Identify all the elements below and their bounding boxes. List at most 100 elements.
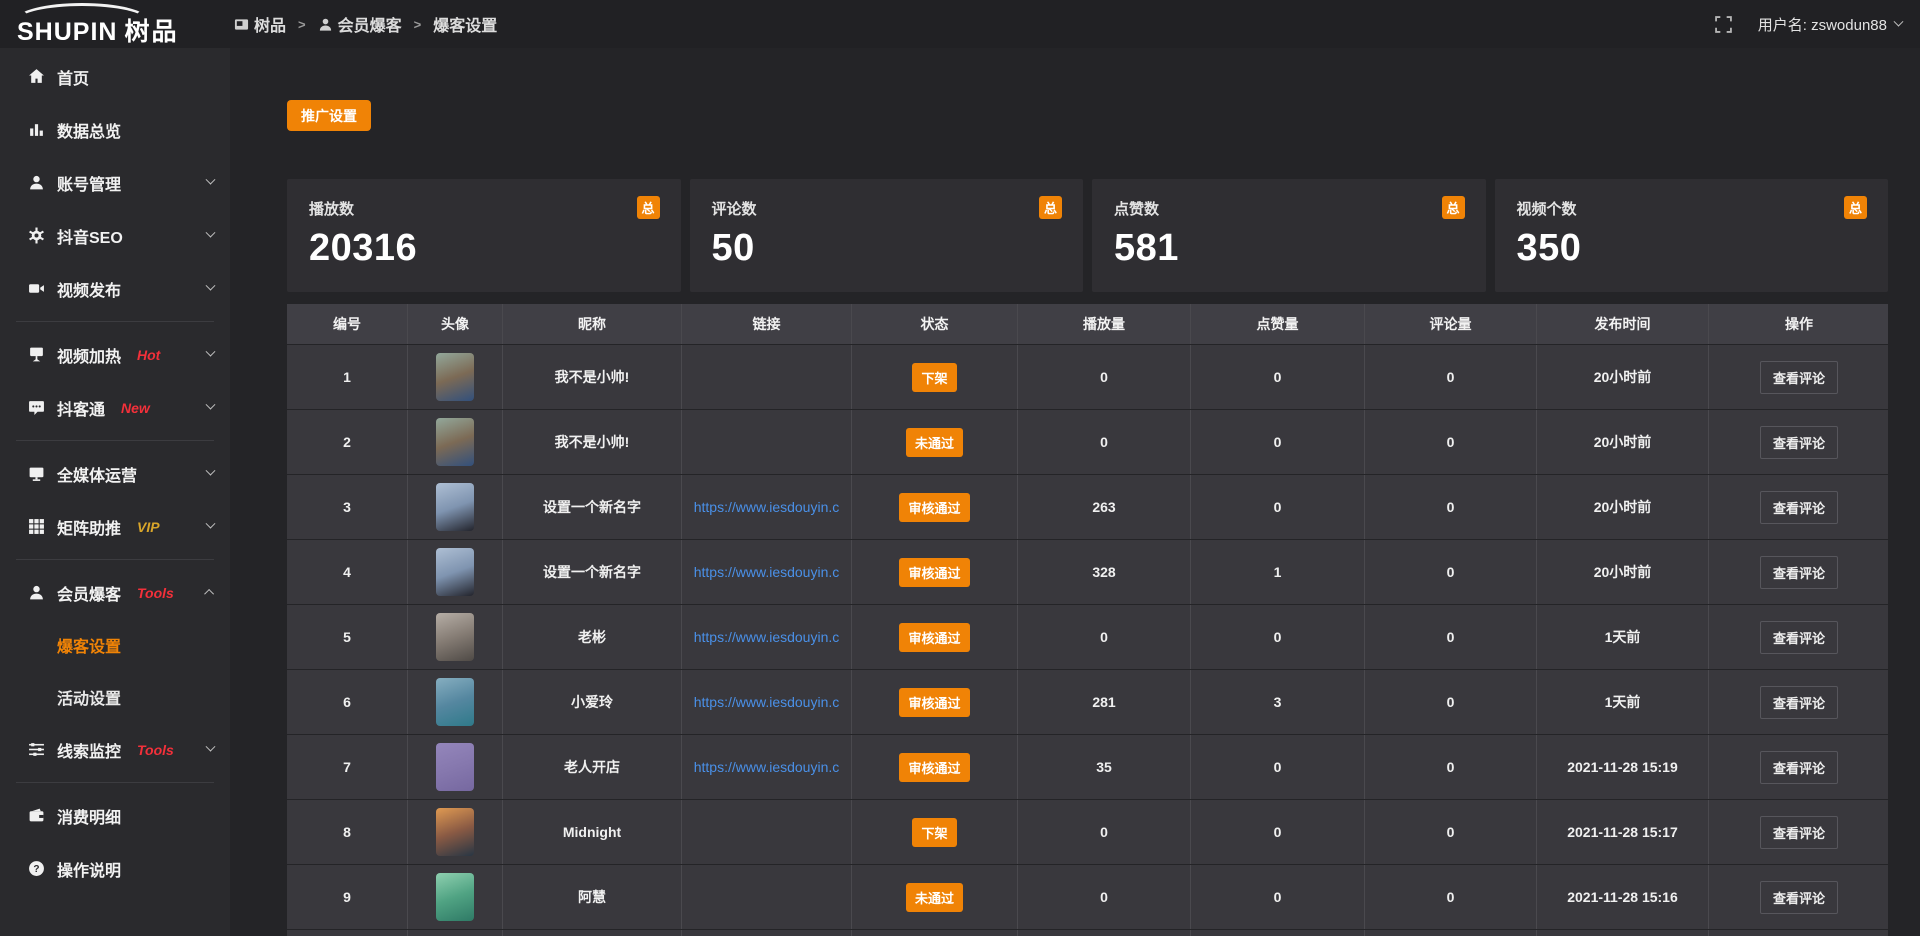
sidebar-subitem-activity-settings[interactable]: 活动设置 (0, 671, 230, 723)
cell-actions: 查看评论 (1709, 345, 1888, 409)
sidebar-item-data-overview[interactable]: 数据总览 (0, 103, 230, 156)
cell-plays: 0 (1018, 605, 1190, 669)
video-link[interactable]: https://www.iesdouyin.c (694, 759, 840, 775)
stat-card-label: 播放数 (309, 198, 659, 219)
view-comments-button[interactable]: 查看评论 (1760, 361, 1838, 394)
cell-nickname: 我不是小帅! (503, 345, 681, 409)
breadcrumb-item-3[interactable]: 爆客设置 (433, 12, 497, 36)
promo-settings-button[interactable]: 推广设置 (287, 100, 371, 131)
breadcrumb-item-2[interactable]: 会员爆客 (318, 12, 402, 36)
stat-card-label: 评论数 (712, 198, 1062, 219)
cell-avatar (408, 800, 502, 864)
cell-publish-time: 20小时前 (1537, 410, 1708, 474)
sidebar-item-media-operation[interactable]: 全媒体运营 (0, 447, 230, 500)
cell-avatar (408, 475, 502, 539)
cell-publish-time: 20小时前 (1537, 345, 1708, 409)
video-link[interactable]: https://www.iesdouyin.c (694, 499, 840, 515)
sidebar-item-member-baoke[interactable]: 会员爆客Tools (0, 566, 230, 619)
cell (1018, 930, 1190, 936)
cell-likes: 0 (1191, 345, 1364, 409)
view-comments-button[interactable]: 查看评论 (1760, 556, 1838, 589)
status-badge: 未通过 (906, 883, 963, 912)
table-row: 3设置一个新名字https://www.iesdouyin.c审核通过26300… (287, 475, 1888, 539)
cell-status: 审核通过 (852, 735, 1017, 799)
table-row: 7老人开店https://www.iesdouyin.c审核通过35002021… (287, 735, 1888, 799)
breadcrumb-item-1[interactable]: 树品 (234, 12, 286, 36)
view-comments-button[interactable]: 查看评论 (1760, 816, 1838, 849)
cell-likes: 0 (1191, 410, 1364, 474)
table-row: 4设置一个新名字https://www.iesdouyin.c审核通过32810… (287, 540, 1888, 604)
cell-nickname: 阿慧 (503, 865, 681, 929)
cell-actions: 查看评论 (1709, 475, 1888, 539)
cell-status: 下架 (852, 800, 1017, 864)
avatar (436, 483, 474, 531)
avatar (436, 808, 474, 856)
username-label: 用户名: zswodun88 (1758, 14, 1887, 35)
table-row: 1我不是小帅!下架00020小时前查看评论 (287, 345, 1888, 409)
stat-card-total-badge: 总 (637, 196, 660, 219)
gear-icon (28, 227, 45, 244)
view-comments-button[interactable]: 查看评论 (1760, 686, 1838, 719)
cell-avatar (408, 345, 502, 409)
cell (1191, 930, 1364, 936)
sidebar-divider (16, 782, 214, 783)
cell-status: 审核通过 (852, 670, 1017, 734)
main-content: 推广设置 播放数20316总评论数50总点赞数581总视频个数350总 编号头像… (230, 48, 1920, 936)
cell-comments: 0 (1365, 475, 1536, 539)
sidebar-item-video-heating[interactable]: 视频加热Hot (0, 328, 230, 381)
sidebar-item-clue-monitor[interactable]: 线索监控Tools (0, 723, 230, 776)
cell-id: 1 (287, 345, 407, 409)
cell-nickname: 老彬 (503, 605, 681, 669)
stat-card-total-badge: 总 (1844, 196, 1867, 219)
sidebar-item-operation-guide[interactable]: ?操作说明 (0, 842, 230, 895)
status-badge: 审核通过 (899, 623, 969, 652)
table-row: 9阿慧未通过0002021-11-28 15:16查看评论 (287, 865, 1888, 929)
sidebar-item-douketong[interactable]: 抖客通New (0, 381, 230, 434)
cell-likes: 0 (1191, 605, 1364, 669)
cell-nickname: 我不是小帅! (503, 410, 681, 474)
view-comments-button[interactable]: 查看评论 (1760, 491, 1838, 524)
sidebar-divider (16, 559, 214, 560)
view-comments-button[interactable]: 查看评论 (1760, 881, 1838, 914)
sidebar-item-video-publish[interactable]: 视频发布 (0, 262, 230, 315)
video-link[interactable]: https://www.iesdouyin.c (694, 629, 840, 645)
fullscreen-icon[interactable] (1715, 16, 1732, 33)
logo-shupin: SHUPIN (17, 18, 117, 46)
cell-nickname: 设置一个新名字 (503, 540, 681, 604)
breadcrumb-label: 爆客设置 (433, 12, 497, 36)
sidebar-item-account-management[interactable]: 账号管理 (0, 156, 230, 209)
column-header: 链接 (682, 304, 851, 344)
grid-icon (28, 518, 45, 535)
cell-link: https://www.iesdouyin.c (682, 670, 851, 734)
video-link[interactable]: https://www.iesdouyin.c (694, 694, 840, 710)
bar-chart-icon (28, 121, 45, 138)
avatar (436, 678, 474, 726)
cell (1365, 930, 1536, 936)
sidebar-subitem-baoke-settings[interactable]: 爆客设置 (0, 619, 230, 671)
cell-link: https://www.iesdouyin.c (682, 540, 851, 604)
avatar (436, 353, 474, 401)
view-comments-button[interactable]: 查看评论 (1760, 426, 1838, 459)
sidebar: 首页数据总览账号管理抖音SEO视频发布视频加热Hot抖客通New全媒体运营矩阵助… (0, 48, 230, 936)
sidebar-item-badge: VIP (137, 519, 160, 535)
view-comments-button[interactable]: 查看评论 (1760, 751, 1838, 784)
stat-card-total-badge: 总 (1442, 196, 1465, 219)
sidebar-item-consumption-detail[interactable]: 消费明细 (0, 789, 230, 842)
cell-plays: 328 (1018, 540, 1190, 604)
cell-publish-time: 20小时前 (1537, 475, 1708, 539)
sidebar-item-badge: New (121, 400, 150, 416)
table-row-partial (287, 930, 1888, 936)
column-header: 状态 (852, 304, 1017, 344)
user-menu[interactable]: 用户名: zswodun88 (1758, 14, 1902, 35)
sidebar-item-label: 矩阵助推 (57, 515, 121, 539)
cell-avatar (408, 540, 502, 604)
sidebar-item-matrix-boost[interactable]: 矩阵助推 VIP (0, 500, 230, 553)
view-comments-button[interactable]: 查看评论 (1760, 621, 1838, 654)
cell-comments: 0 (1365, 670, 1536, 734)
sidebar-item-douyin-seo[interactable]: 抖音SEO (0, 209, 230, 262)
chevron-down-icon (206, 519, 216, 529)
sidebar-item-home[interactable]: 首页 (0, 50, 230, 103)
cell-status: 审核通过 (852, 540, 1017, 604)
avatar (436, 418, 474, 466)
video-link[interactable]: https://www.iesdouyin.c (694, 564, 840, 580)
